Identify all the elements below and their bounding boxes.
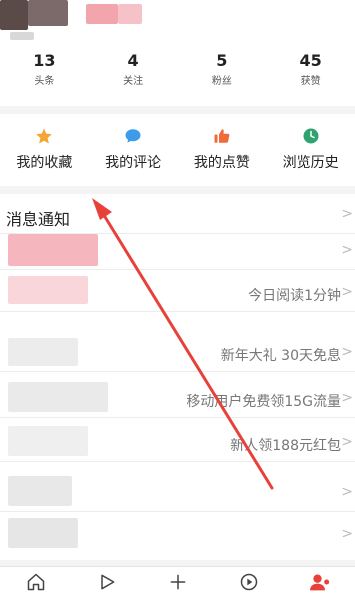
chevron-right-icon: > bbox=[341, 526, 353, 542]
stat-label: 获赞 bbox=[300, 76, 321, 87]
thumbs-up-icon bbox=[212, 126, 232, 146]
username-blur-2 bbox=[118, 4, 142, 24]
star-icon bbox=[34, 126, 54, 146]
stat-label: 关注 bbox=[123, 76, 144, 87]
profile-photo-blur bbox=[28, 0, 68, 26]
home-icon bbox=[26, 572, 46, 596]
chevron-right-icon: > bbox=[341, 206, 353, 222]
chevron-right-icon: > bbox=[341, 344, 353, 360]
clock-icon bbox=[301, 126, 321, 146]
bottom-nav bbox=[0, 566, 355, 600]
blurred-label bbox=[8, 338, 78, 366]
blurred-label bbox=[8, 382, 108, 412]
username-blur bbox=[86, 4, 118, 24]
profile-icon bbox=[309, 572, 331, 596]
red-packet-promo-text: 新人领188元红包 bbox=[230, 438, 341, 454]
stat-followers[interactable]: 5 粉丝 bbox=[178, 44, 267, 106]
profile-page: 13 头条 4 关注 5 粉丝 45 获赞 我的收藏 我的评论 我的点赞 浏览历… bbox=[0, 0, 355, 600]
nav-home[interactable] bbox=[0, 567, 71, 600]
row-hidden-3[interactable]: > bbox=[0, 518, 355, 554]
shortcut-comments[interactable]: 我的评论 bbox=[89, 114, 178, 186]
nav-xigua[interactable] bbox=[213, 567, 284, 600]
stat-headlines[interactable]: 13 头条 bbox=[0, 44, 89, 106]
chevron-right-icon: > bbox=[341, 434, 353, 450]
profile-header bbox=[0, 0, 355, 44]
stats-bar: 13 头条 4 关注 5 粉丝 45 获赞 bbox=[0, 44, 355, 106]
stat-label: 头条 bbox=[34, 76, 55, 87]
avatar[interactable] bbox=[0, 0, 28, 30]
row-red-packet[interactable]: 新人领188元红包 > bbox=[0, 426, 355, 462]
stat-following[interactable]: 4 关注 bbox=[89, 44, 178, 106]
row-mobile-data[interactable]: 移动用户免费领15G流量 > bbox=[0, 382, 355, 418]
blurred-label bbox=[8, 426, 88, 456]
reading-time-text: 今日阅读1分钟 bbox=[248, 288, 341, 304]
mobile-data-promo-text: 移动用户免费领15G流量 bbox=[186, 394, 341, 410]
play-icon bbox=[97, 572, 117, 596]
video-icon bbox=[239, 572, 259, 596]
shortcut-favorites[interactable]: 我的收藏 bbox=[0, 114, 89, 186]
stat-value: 13 bbox=[33, 51, 56, 70]
chevron-right-icon: > bbox=[341, 242, 353, 258]
stat-label: 粉丝 bbox=[211, 76, 232, 87]
shortcut-label: 我的点赞 bbox=[193, 155, 250, 171]
shortcut-bar: 我的收藏 我的评论 我的点赞 浏览历史 bbox=[0, 114, 355, 186]
new-year-promo-text: 新年大礼 30天免息 bbox=[220, 348, 341, 364]
chevron-right-icon: > bbox=[341, 284, 353, 300]
blurred-label bbox=[8, 276, 88, 304]
comment-icon bbox=[123, 126, 143, 146]
settings-list: 消息通知 > > 今日阅读1分钟 > 新年大礼 30天免息 > 移动用户免费领1… bbox=[0, 194, 355, 560]
chevron-right-icon: > bbox=[341, 484, 353, 500]
nav-profile[interactable] bbox=[284, 567, 355, 600]
nav-video[interactable] bbox=[71, 567, 142, 600]
shortcut-likes[interactable]: 我的点赞 bbox=[178, 114, 267, 186]
row-hidden-2[interactable]: > bbox=[0, 476, 355, 512]
shortcut-history[interactable]: 浏览历史 bbox=[266, 114, 355, 186]
blurred-label bbox=[8, 518, 78, 548]
chevron-right-icon: > bbox=[341, 390, 353, 406]
username-blur-3 bbox=[10, 32, 34, 40]
stat-likes-received[interactable]: 45 获赞 bbox=[266, 44, 355, 106]
nav-publish[interactable] bbox=[142, 567, 213, 600]
stat-value: 5 bbox=[216, 51, 228, 70]
blurred-label bbox=[8, 476, 72, 506]
shortcut-label: 我的收藏 bbox=[16, 155, 73, 171]
row-hidden-1[interactable]: > bbox=[0, 234, 355, 270]
notifications-title: 消息通知 bbox=[6, 210, 71, 229]
stat-value: 45 bbox=[299, 51, 322, 70]
shortcut-label: 浏览历史 bbox=[282, 155, 339, 171]
plus-icon bbox=[168, 572, 188, 596]
stat-value: 4 bbox=[127, 51, 139, 70]
row-new-year[interactable]: 新年大礼 30天免息 > bbox=[0, 336, 355, 372]
row-reading[interactable]: 今日阅读1分钟 > bbox=[0, 276, 355, 312]
shortcut-label: 我的评论 bbox=[105, 155, 162, 171]
row-notifications[interactable]: 消息通知 > bbox=[0, 198, 355, 234]
blurred-label bbox=[8, 234, 98, 266]
